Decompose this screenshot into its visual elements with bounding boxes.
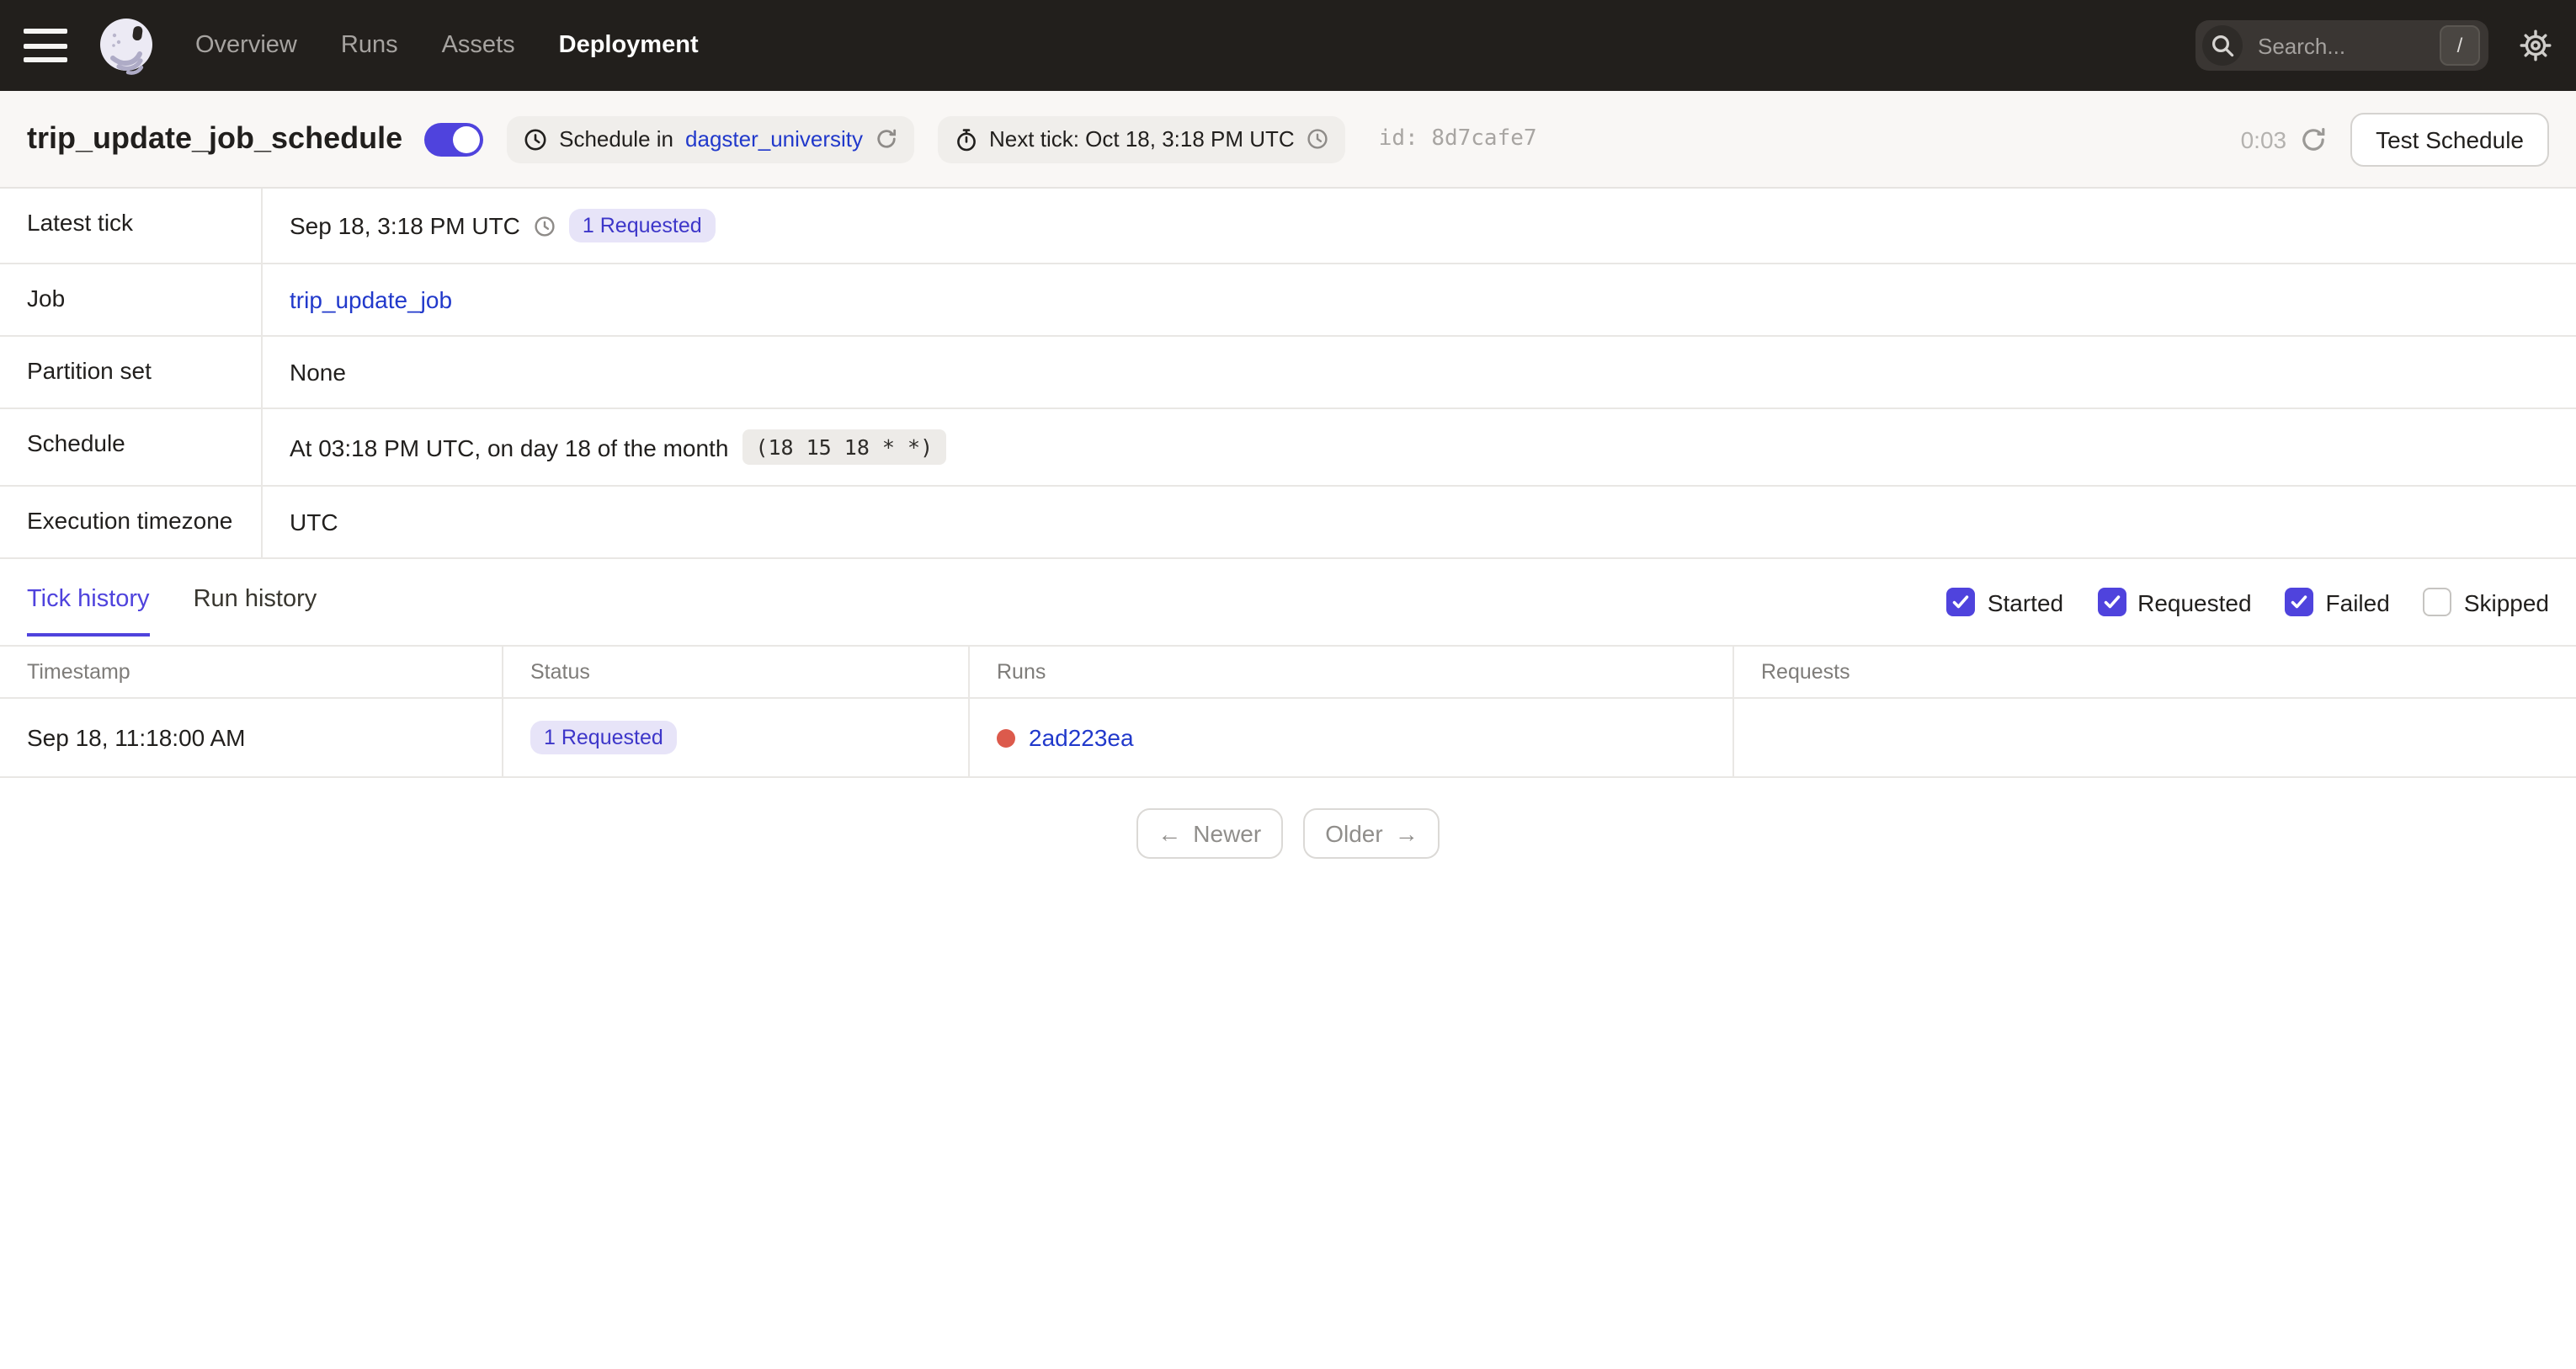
- filter-label: Started: [1987, 589, 2064, 615]
- filter-label: Requested: [2137, 589, 2252, 615]
- reload-repository-icon[interactable]: [875, 128, 897, 150]
- checkbox-checked-icon[interactable]: [2285, 588, 2314, 616]
- detail-label: Schedule: [0, 409, 263, 485]
- detail-row-schedule: Schedule At 03:18 PM UTC, on day 18 of t…: [0, 409, 2576, 487]
- job-link[interactable]: trip_update_job: [290, 286, 452, 313]
- column-header-runs: Runs: [970, 647, 1734, 697]
- tab-tick-history[interactable]: Tick history: [27, 586, 150, 637]
- detail-row-job: Job trip_update_job: [0, 264, 2576, 337]
- schedule-id-value: 8d7cafe7: [1431, 126, 1537, 152]
- detail-label: Execution timezone: [0, 487, 263, 557]
- schedule-location-pill: Schedule in dagster_university: [507, 115, 914, 162]
- timezone-value: UTC: [290, 509, 338, 535]
- column-header-timestamp: Timestamp: [0, 647, 503, 697]
- tick-requests: [1734, 699, 2576, 776]
- app-window: Overview Runs Assets Deployment / trip_u…: [0, 0, 2576, 1369]
- run-link[interactable]: 2ad223ea: [1029, 724, 1134, 751]
- pagination: ← Newer Older →: [0, 808, 2576, 859]
- partition-set-value: None: [290, 359, 346, 386]
- tick-history-table: Timestamp Status Runs Requests Sep 18, 1…: [0, 645, 2576, 778]
- stopwatch-icon: [956, 128, 975, 151]
- page-title: trip_update_job_schedule: [27, 121, 403, 155]
- schedule-id-label: id:: [1378, 126, 1418, 152]
- clock-icon: [524, 128, 546, 150]
- filter-label: Skipped: [2463, 589, 2549, 615]
- column-header-status: Status: [503, 647, 970, 697]
- history-tabs-bar: Tick history Run history Started Request…: [0, 559, 2576, 637]
- tab-run-history[interactable]: Run history: [194, 586, 317, 637]
- refresh-icon[interactable]: [2300, 125, 2327, 152]
- schedule-location-prefix: Schedule in: [559, 126, 674, 152]
- column-header-requests: Requests: [1761, 660, 1850, 684]
- detail-row-latest-tick: Latest tick Sep 18, 3:18 PM UTC 1 Reques…: [0, 189, 2576, 264]
- schedule-description: At 03:18 PM UTC, on day 18 of the month: [290, 434, 729, 461]
- status-badge: 1 Requested: [530, 721, 677, 754]
- nav-link-deployment[interactable]: Deployment: [559, 32, 699, 59]
- toggle-knob: [453, 125, 481, 152]
- timezone-clock-icon[interactable]: [1307, 128, 1328, 150]
- schedule-id: id: 8d7cafe7: [1379, 126, 1537, 152]
- nav-links: Overview Runs Assets Deployment: [195, 32, 699, 59]
- nav-link-runs[interactable]: Runs: [341, 32, 398, 59]
- filter-failed[interactable]: Failed: [2285, 588, 2390, 616]
- detail-label: Job: [0, 264, 263, 335]
- filter-requested[interactable]: Requested: [2097, 588, 2252, 616]
- schedule-details: Latest tick Sep 18, 3:18 PM UTC 1 Reques…: [0, 189, 2576, 559]
- search-input[interactable]: [2254, 31, 2440, 60]
- status-filters: Started Requested Failed Skipped: [1946, 588, 2549, 637]
- checkbox-checked-icon[interactable]: [2097, 588, 2126, 616]
- filter-skipped[interactable]: Skipped: [2423, 588, 2549, 616]
- timezone-clock-icon[interactable]: [534, 215, 556, 237]
- newer-button[interactable]: ← Newer: [1136, 808, 1284, 859]
- detail-row-timezone: Execution timezone UTC: [0, 487, 2576, 559]
- next-tick-text: Next tick: Oct 18, 3:18 PM UTC: [989, 126, 1295, 152]
- detail-label: Partition set: [0, 337, 263, 408]
- next-tick-pill: Next tick: Oct 18, 3:18 PM UTC: [937, 115, 1345, 162]
- table-header-row: Timestamp Status Runs Requests: [0, 647, 2576, 699]
- hamburger-menu-icon[interactable]: [24, 29, 67, 62]
- dagster-logo[interactable]: [94, 13, 158, 77]
- search-icon: [2202, 25, 2243, 66]
- refresh-countdown: 0:03: [2240, 125, 2287, 152]
- detail-row-partition-set: Partition set None: [0, 337, 2576, 409]
- right-arrow-icon: →: [1394, 820, 1418, 847]
- filter-started[interactable]: Started: [1946, 588, 2064, 616]
- nav-link-assets[interactable]: Assets: [442, 32, 515, 59]
- tick-timestamp: Sep 18, 11:18:00 AM: [0, 699, 503, 776]
- test-schedule-button[interactable]: Test Schedule: [2350, 112, 2549, 166]
- search-box[interactable]: /: [2195, 20, 2488, 71]
- filter-label: Failed: [2325, 589, 2390, 615]
- table-row: Sep 18, 11:18:00 AM 1 Requested 2ad223ea: [0, 699, 2576, 778]
- cron-expression-chip: (18 15 18 * *): [742, 429, 947, 465]
- schedule-on-toggle[interactable]: [424, 122, 484, 156]
- newer-label: Newer: [1193, 820, 1262, 847]
- nav-link-overview[interactable]: Overview: [195, 32, 297, 59]
- settings-gear-icon[interactable]: [2519, 29, 2552, 62]
- top-nav: Overview Runs Assets Deployment /: [0, 0, 2576, 91]
- run-status-dot: [997, 728, 1015, 747]
- left-arrow-icon: ←: [1158, 820, 1182, 847]
- status-badge: 1 Requested: [568, 209, 716, 242]
- older-label: Older: [1325, 820, 1383, 847]
- checkbox-unchecked-icon[interactable]: [2423, 588, 2452, 616]
- detail-label: Latest tick: [0, 189, 263, 263]
- checkbox-checked-icon[interactable]: [1946, 588, 1976, 616]
- search-shortcut-key: /: [2440, 25, 2480, 66]
- repository-link[interactable]: dagster_university: [685, 126, 863, 152]
- older-button[interactable]: Older →: [1303, 808, 1440, 859]
- latest-tick-time: Sep 18, 3:18 PM UTC: [290, 212, 520, 239]
- schedule-header: trip_update_job_schedule Schedule in dag…: [0, 91, 2576, 189]
